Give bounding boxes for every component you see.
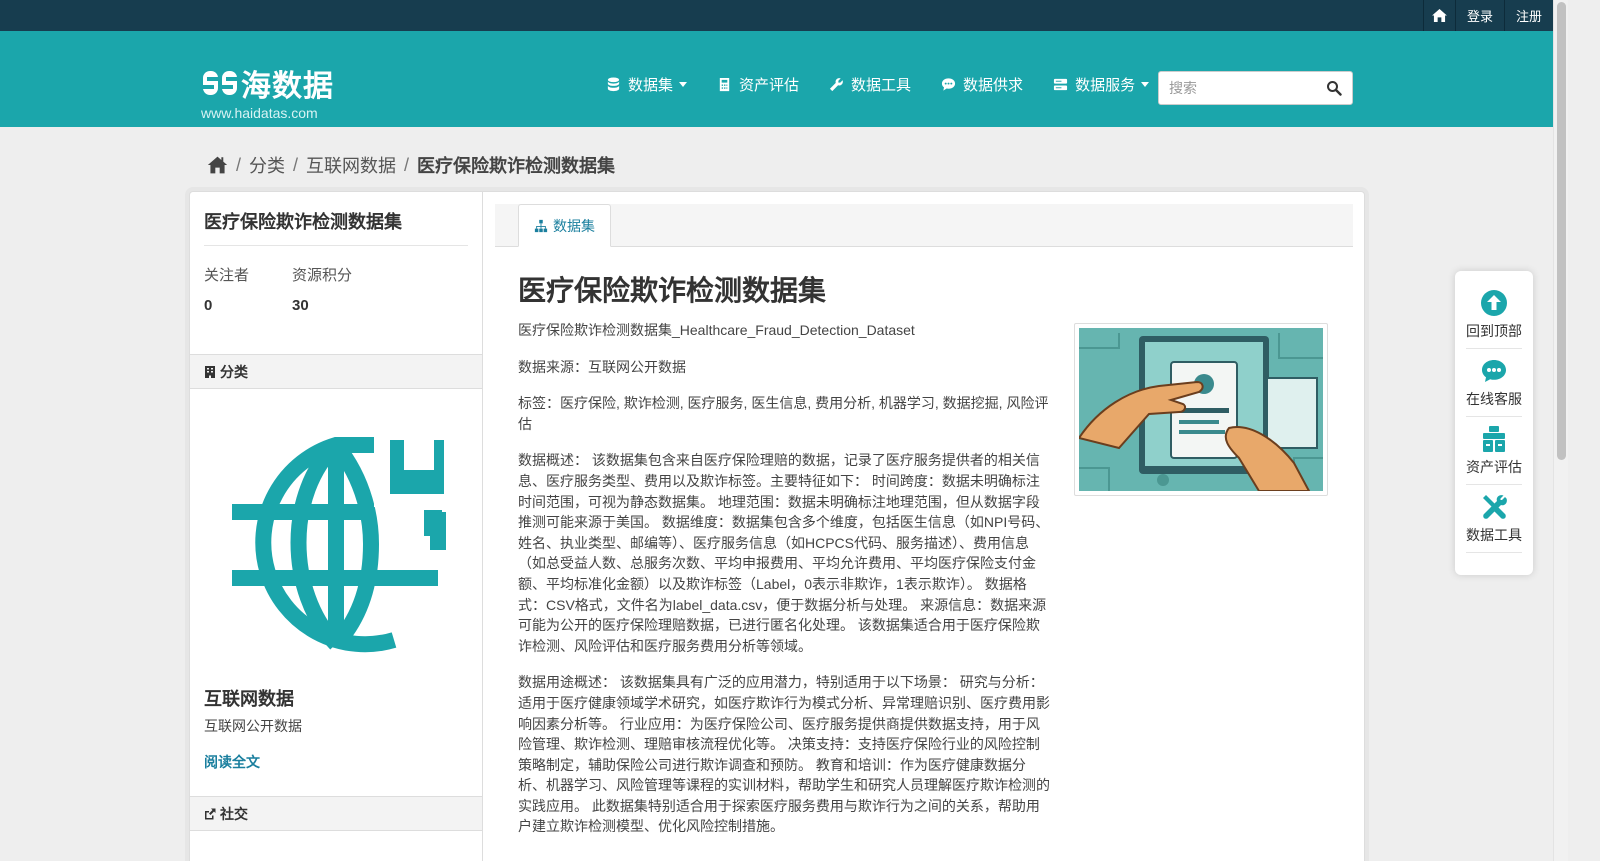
points-value: 30 xyxy=(292,297,309,314)
dataset-paragraph: 数据用途概述： 该数据集具有广泛的应用潜力，特别适用于以下场景： 研究与分析：适… xyxy=(518,674,1050,835)
tab-dataset[interactable]: 数据集 xyxy=(518,204,611,247)
followers-value: 0 xyxy=(204,297,213,314)
read-more-link[interactable]: 阅读全文 xyxy=(204,752,260,772)
category-heading-label: 分类 xyxy=(220,363,248,380)
followers-label: 关注者 xyxy=(204,267,250,284)
points-stat: 资源积分 30 xyxy=(292,264,352,314)
divider xyxy=(204,245,468,246)
calculator-icon xyxy=(719,77,730,92)
search-icon[interactable] xyxy=(1326,80,1342,96)
search-input[interactable] xyxy=(1169,72,1319,104)
back-to-top-button[interactable]: 回到顶部 xyxy=(1466,281,1522,349)
tab-label: 数据集 xyxy=(553,217,595,234)
comment-icon xyxy=(941,78,956,91)
chat-bubble-icon xyxy=(1482,360,1506,382)
building-icon xyxy=(205,365,215,378)
nav-label: 数据集 xyxy=(628,77,674,94)
sitemap-icon xyxy=(534,219,548,232)
home-link[interactable] xyxy=(1422,0,1455,31)
sidebar-dataset-title: 医疗保险欺诈检测数据集 xyxy=(204,212,402,232)
asset-assessment-button[interactable]: 资产评估 xyxy=(1466,417,1522,485)
top-account-bar: 登录 注册 xyxy=(0,0,1553,31)
data-tools-button[interactable]: 数据工具 xyxy=(1466,485,1522,553)
breadcrumb-group[interactable]: 互联网数据 xyxy=(306,152,396,178)
sidebar: 医疗保险欺诈检测数据集 关注者 0 资源积分 30 分类 互联网数据 互联网公开… xyxy=(190,192,483,861)
toolbox-label: 资产评估 xyxy=(1466,459,1522,475)
assessment-icon xyxy=(1483,426,1505,452)
search-box xyxy=(1158,71,1353,105)
breadcrumb-category[interactable]: 分类 xyxy=(249,152,285,178)
share-icon xyxy=(205,808,216,819)
org-description: 互联网公开数据 xyxy=(204,718,302,734)
nav-item-asset-assessment[interactable]: 资产评估 xyxy=(717,74,799,95)
toolbox-label: 在线客服 xyxy=(1466,391,1522,407)
masthead: 海数据 www.haidatas.com 数据集 资产评估 数据工具 数据供求 … xyxy=(0,31,1553,127)
toolbox-label: 回到顶部 xyxy=(1466,323,1522,339)
main-nav: 数据集 资产评估 数据工具 数据供求 数据服务 xyxy=(606,74,1179,95)
nav-label: 资产评估 xyxy=(739,77,800,94)
breadcrumb-separator: / xyxy=(236,154,242,175)
logo-mark-icon xyxy=(203,71,237,95)
dataset-paragraph: 医疗保险欺诈检测数据集_Healthcare_Fraud_Detection_D… xyxy=(518,322,915,338)
dataset-description: 医疗保险欺诈检测数据集_Healthcare_Fraud_Detection_D… xyxy=(518,320,1050,853)
dataset-paragraph: 数据来源：互联网公开数据 xyxy=(518,358,686,375)
page-title: 医疗保险欺诈检测数据集 xyxy=(518,275,827,306)
followers-stat: 关注者 0 xyxy=(204,264,249,314)
nav-item-data-tools[interactable]: 数据工具 xyxy=(829,74,911,95)
breadcrumb-separator: / xyxy=(404,154,410,175)
content-tabs: 数据集 xyxy=(495,204,1353,247)
arrow-up-circle-icon xyxy=(1481,290,1507,316)
home-icon xyxy=(1432,9,1447,22)
toolbox-label: 数据工具 xyxy=(1466,527,1522,543)
dataset-illustration xyxy=(1079,328,1323,491)
breadcrumb: / 分类 / 互联网数据 / 医疗保险欺诈检测数据集 xyxy=(207,152,615,178)
server-icon xyxy=(1054,78,1068,91)
points-label: 资源积分 xyxy=(292,267,353,284)
floating-toolbox: 回到顶部 在线客服 资产评估 数据工具 xyxy=(1455,271,1533,575)
social-heading: 社交 xyxy=(190,796,482,831)
dataset-paragraph: 数据概述： 该数据集包含来自医疗保险理赔的数据，记录了医疗服务提供者的相关信息、… xyxy=(518,452,1050,654)
globe-icon[interactable] xyxy=(226,432,446,657)
online-service-button[interactable]: 在线客服 xyxy=(1466,349,1522,417)
breadcrumb-current[interactable]: 医疗保险欺诈检测数据集 xyxy=(417,152,615,178)
nav-label: 数据工具 xyxy=(851,77,912,94)
org-title: 互联网数据 xyxy=(204,689,294,709)
site-logo[interactable]: 海数据 xyxy=(202,61,334,105)
nav-item-datasets[interactable]: 数据集 xyxy=(606,74,688,95)
register-link[interactable]: 注册 xyxy=(1503,0,1553,31)
home-icon[interactable] xyxy=(207,156,228,174)
chevron-down-icon xyxy=(1141,82,1150,87)
scrollbar-thumb[interactable] xyxy=(1557,2,1566,460)
chevron-down-icon xyxy=(679,82,688,87)
account-links: 登录 注册 xyxy=(1422,0,1553,31)
wrench-icon xyxy=(829,78,843,92)
dataset-paragraph: 标签：医疗保险, 欺诈检测, 医疗服务, 医生信息, 费用分析, 机器学习, 数… xyxy=(518,395,1049,432)
site-url: www.haidatas.com xyxy=(201,105,318,121)
breadcrumb-separator: / xyxy=(293,154,299,175)
page-scrollbar[interactable] xyxy=(1553,0,1568,861)
tools-icon xyxy=(1483,495,1507,519)
social-heading-label: 社交 xyxy=(220,805,248,822)
database-icon xyxy=(607,77,620,92)
nav-item-data-supply[interactable]: 数据供求 xyxy=(941,74,1023,95)
nav-label: 数据供求 xyxy=(963,77,1024,94)
category-heading: 分类 xyxy=(190,354,482,389)
dataset-thumbnail xyxy=(1074,323,1328,496)
site-name: 海数据 xyxy=(241,70,334,103)
nav-item-data-services[interactable]: 数据服务 xyxy=(1053,74,1150,95)
nav-label: 数据服务 xyxy=(1075,77,1136,94)
main-wrapper: 医疗保险欺诈检测数据集 关注者 0 资源积分 30 分类 互联网数据 互联网公开… xyxy=(189,191,1365,861)
login-link[interactable]: 登录 xyxy=(1454,0,1504,31)
